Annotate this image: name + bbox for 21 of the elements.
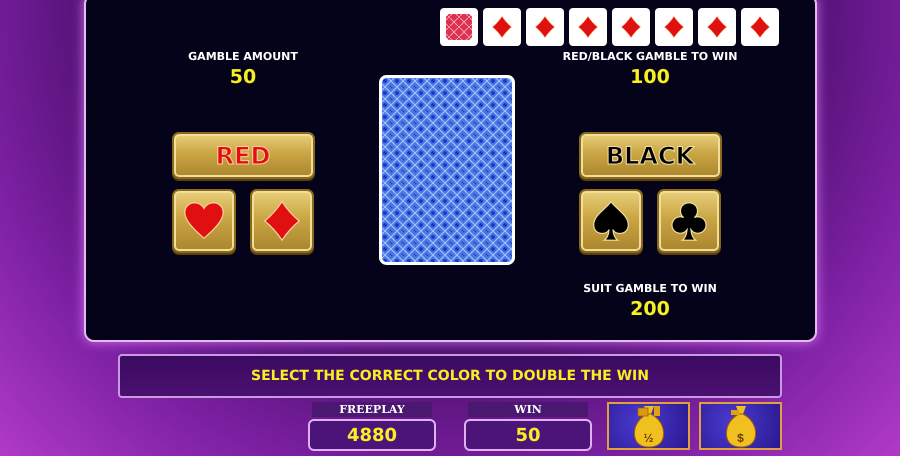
card-back — [440, 8, 478, 46]
message-bar: SELECT THE CORRECT COLOR TO DOUBLE THE WIN — [118, 354, 782, 398]
meter-label: FREEPLAY — [312, 402, 432, 417]
heart-button[interactable] — [172, 189, 236, 253]
half-gamble-button[interactable]: ½ — [607, 402, 690, 450]
gamble-amount-label: GAMBLE AMOUNT — [188, 50, 298, 64]
suit-win-label: SUIT GAMBLE TO WIN — [583, 282, 717, 296]
club-button[interactable] — [657, 189, 721, 253]
spade-button[interactable] — [579, 189, 643, 253]
money-bag-icon — [724, 404, 758, 448]
meter-value: 50 — [464, 419, 592, 451]
hand-money-bag-icon — [632, 404, 666, 448]
diamond-button[interactable] — [250, 189, 314, 253]
color-choice-button[interactable]: BLACK — [578, 132, 722, 179]
suit-win-value: 200 — [630, 298, 670, 320]
meter-label: WIN — [468, 402, 588, 417]
collect-button[interactable]: $ — [699, 402, 782, 450]
color-gamble-win-label: RED/BLACK GAMBLE TO WIN — [562, 50, 738, 64]
meter-value: 4880 — [308, 419, 436, 451]
color-gamble-win-value: 100 — [630, 66, 670, 88]
gamble-amount-value: 50 — [230, 66, 256, 88]
